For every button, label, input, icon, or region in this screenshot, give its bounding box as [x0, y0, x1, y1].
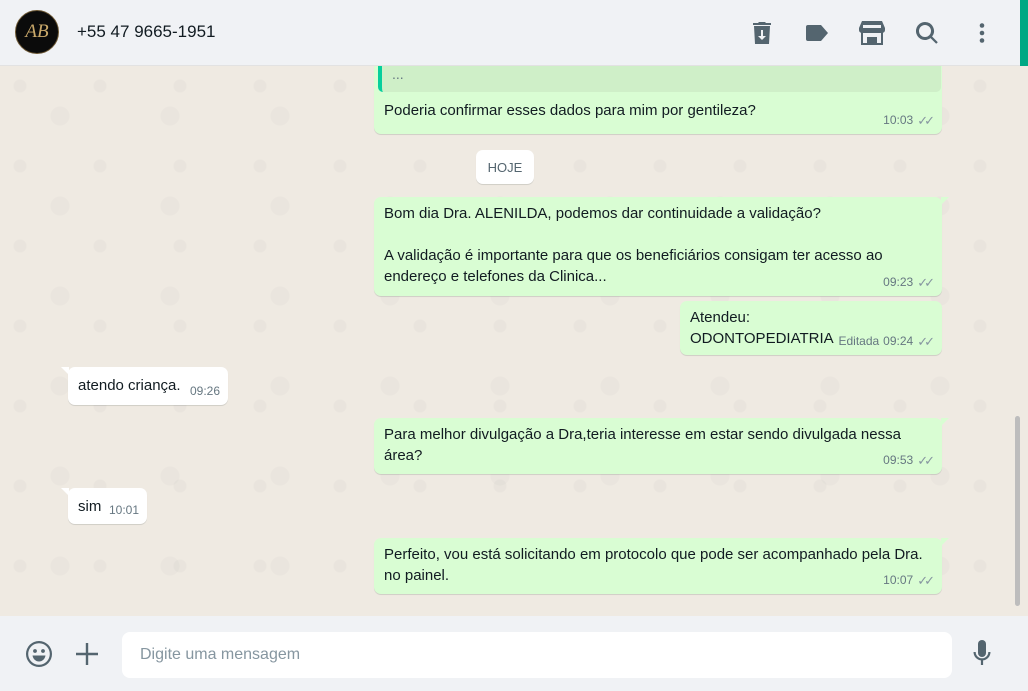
message-text: Poderia confirmar esses dados para mim p…: [384, 102, 756, 119]
message-text: Perfeito, vou está solicitando em protoc…: [384, 546, 927, 584]
chat-scrollbar[interactable]: [1015, 416, 1020, 606]
microphone-icon[interactable]: [966, 638, 998, 670]
store-icon[interactable]: [857, 18, 887, 48]
message-input[interactable]: [122, 632, 952, 678]
message-meta: 10:01: [109, 500, 139, 521]
message-bubble-outgoing[interactable]: Bom dia Dra. ALENILDA, podemos dar conti…: [374, 197, 949, 296]
message-meta: 09:23 ✓✓: [883, 272, 935, 293]
message-time: 10:03: [883, 113, 914, 127]
message-meta: 10:03 ✓✓: [883, 110, 935, 131]
search-icon[interactable]: [912, 18, 942, 48]
message-bubble-outgoing[interactable]: Para melhor divulgação a Dra,teria inter…: [374, 418, 949, 474]
contact-avatar[interactable]: AB: [15, 10, 59, 54]
message-meta: Editada 09:24 ✓✓: [838, 331, 934, 352]
quoted-text: ...: [392, 66, 404, 82]
message-time: 10:01: [108, 503, 139, 517]
message-meta: 10:07 ✓✓: [883, 570, 935, 591]
read-ticks-icon: ✓✓: [917, 334, 935, 349]
message-text: Bom dia Dra. ALENILDA, podemos dar conti…: [384, 205, 883, 285]
message-meta: 09:26: [190, 381, 220, 402]
label-icon[interactable]: [802, 18, 832, 48]
message-bubble-incoming[interactable]: sim 10:01: [61, 488, 147, 524]
read-ticks-icon: ✓✓: [917, 275, 935, 290]
attach-plus-icon[interactable]: [71, 638, 103, 670]
chat-header: AB +55 47 9665-1951: [0, 0, 1028, 120]
message-time: 09:23: [883, 275, 914, 289]
delete-icon[interactable]: [747, 18, 777, 48]
message-bubble-outgoing[interactable]: Atendeu: ODONTOPEDIATRIA Editada 09:24 ✓…: [680, 301, 942, 355]
message-time: 09:53: [883, 453, 914, 467]
message-bubble-outgoing[interactable]: ... Poderia confirmar esses dados para m…: [374, 66, 942, 134]
message-bubble-incoming[interactable]: atendo criança. 09:26: [61, 367, 228, 405]
edited-label: Editada: [838, 334, 880, 348]
emoji-icon[interactable]: [23, 638, 55, 670]
read-ticks-icon: ✓✓: [917, 113, 935, 128]
contact-name[interactable]: +55 47 9665-1951: [77, 22, 216, 42]
quoted-message[interactable]: ...: [378, 66, 941, 92]
date-divider: HOJE: [476, 150, 534, 184]
message-bubble-outgoing[interactable]: Perfeito, vou está solicitando em protoc…: [374, 538, 949, 594]
avatar-monogram: AB: [25, 21, 49, 42]
message-list[interactable]: ... Poderia confirmar esses dados para m…: [0, 66, 1028, 616]
message-time: 10:07: [883, 573, 914, 587]
message-text: Para melhor divulgação a Dra,teria inter…: [384, 426, 906, 464]
composer-bar: [0, 616, 1028, 691]
message-time: 09:24: [883, 334, 914, 348]
message-meta: 09:53 ✓✓: [883, 450, 935, 471]
menu-icon[interactable]: [967, 18, 997, 48]
message-time: 09:26: [189, 384, 220, 398]
read-ticks-icon: ✓✓: [917, 573, 935, 588]
read-ticks-icon: ✓✓: [917, 453, 935, 468]
